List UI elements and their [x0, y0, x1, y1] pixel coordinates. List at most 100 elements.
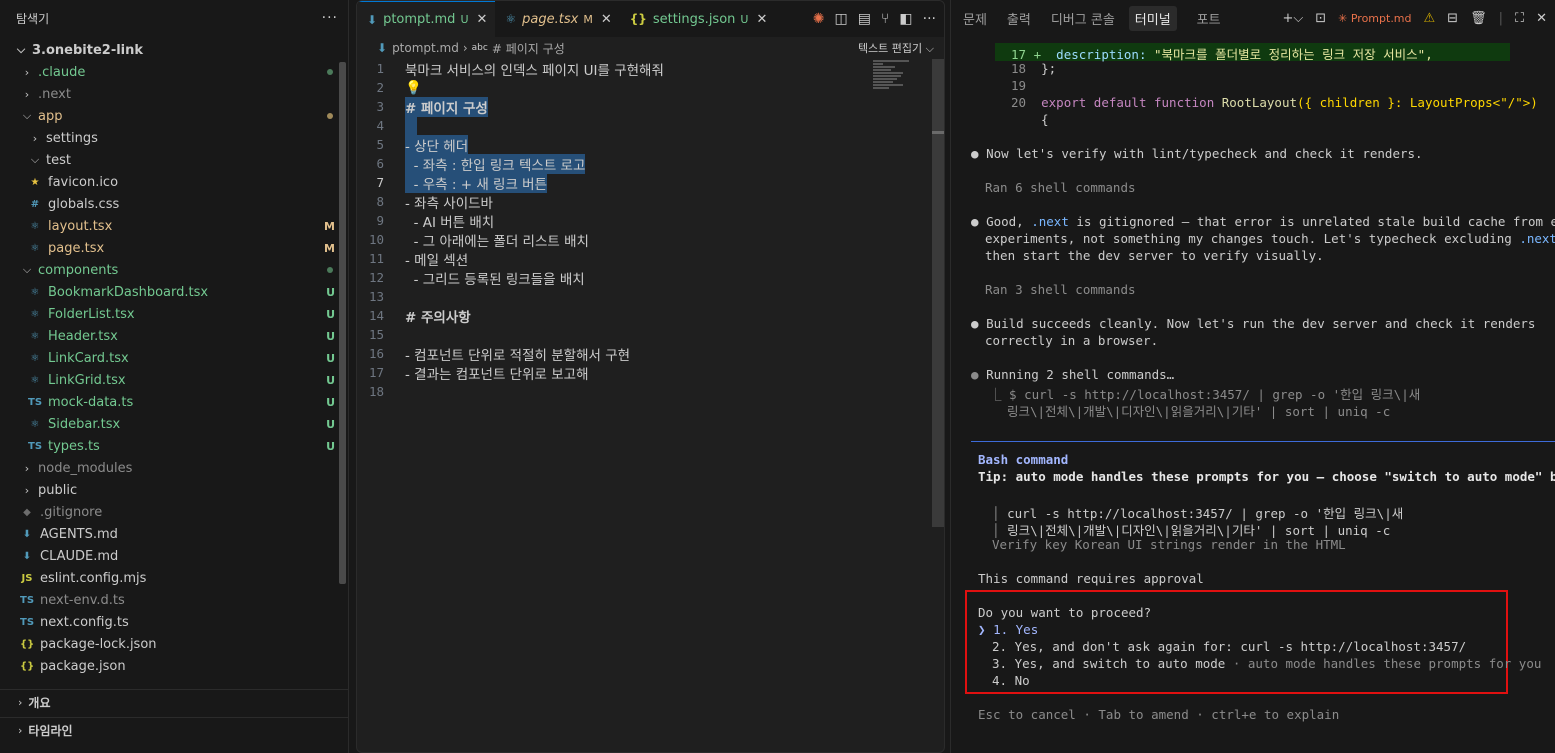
- option-auto-mode[interactable]: 3. Yes, and switch to auto mode · auto m…: [992, 656, 1541, 671]
- close-icon[interactable]: ✕: [756, 12, 767, 27]
- file-tree-item[interactable]: TS types.ts U: [0, 435, 349, 457]
- panel-tab[interactable]: 터미널: [1128, 5, 1177, 31]
- code-line[interactable]: 14 # 주의사항: [357, 306, 877, 326]
- explorer-scrollbar[interactable]: [339, 62, 346, 584]
- file-tree-item[interactable]: ⚛ LinkCard.tsx U: [0, 347, 349, 369]
- line-number: 14: [368, 308, 384, 323]
- file-tree-item[interactable]: › public: [0, 479, 349, 501]
- react-icon: ⚛: [30, 286, 40, 298]
- file-tree-item[interactable]: › settings: [0, 127, 349, 149]
- file-tree-item[interactable]: TS mock-data.ts U: [0, 391, 349, 413]
- panel-tab[interactable]: 포트: [1197, 9, 1221, 28]
- file-tree-item[interactable]: ⚛ BookmarkDashboard.tsx U: [0, 281, 349, 303]
- file-tree-item[interactable]: ⚛ Header.tsx U: [0, 325, 349, 347]
- option-label: 3. Yes, and switch to auto mode: [992, 656, 1226, 671]
- code-line[interactable]: 3 # 페이지 구성: [357, 96, 877, 117]
- file-tree-item[interactable]: ⬇ CLAUDE.md: [0, 545, 349, 567]
- tab-settings-json[interactable]: {} settings.json U ✕: [620, 1, 776, 37]
- code-line[interactable]: 5 - 상단 헤더: [357, 134, 877, 155]
- preview-icon[interactable]: ▤: [858, 11, 871, 27]
- message-text: experiments, not something my changes to…: [985, 231, 1512, 246]
- file-tree-item[interactable]: ⌵ test: [0, 149, 349, 171]
- code-line[interactable]: 15: [357, 325, 877, 344]
- code-line[interactable]: 11 - 메일 섹션: [357, 249, 877, 269]
- tool-summary[interactable]: Ran 3 shell commands: [985, 282, 1136, 297]
- file-tree-item[interactable]: ◆ .gitignore: [0, 501, 349, 523]
- code-line[interactable]: 13: [357, 287, 877, 306]
- add-terminal-icon[interactable]: +⌵: [1282, 11, 1303, 26]
- tab-ptompt-md[interactable]: ⬇ ptompt.md U ✕: [357, 1, 496, 37]
- inline-code: .next: [1031, 214, 1069, 229]
- file-tree-item[interactable]: ⚛ LinkGrid.tsx U: [0, 369, 349, 391]
- breadcrumb-file[interactable]: ptompt.md: [392, 41, 459, 55]
- timeline-section[interactable]: › 타임라인: [0, 717, 349, 743]
- code-line[interactable]: 7 - 우측 : + 새 링크 버튼: [357, 172, 877, 193]
- code-line[interactable]: 6 - 좌측 : 한입 링크 텍스트 로고: [357, 153, 877, 174]
- text-editor-label[interactable]: 텍스트 편집기 ⌵: [858, 40, 934, 56]
- close-icon[interactable]: ✕: [1536, 11, 1547, 26]
- split-terminal-icon[interactable]: ⊟: [1447, 11, 1458, 26]
- code-line[interactable]: 16 - 컴포넌트 단위로 적절히 분할해서 구현: [357, 344, 877, 364]
- tool-summary[interactable]: Ran 6 shell commands: [985, 180, 1136, 195]
- file-tree-item-label: page.tsx: [48, 240, 105, 256]
- branch-icon[interactable]: ⑂: [881, 11, 889, 27]
- code-line[interactable]: 8 - 좌측 사이드바: [357, 192, 877, 212]
- close-icon[interactable]: ✕: [477, 12, 488, 27]
- file-tree-item-label: types.ts: [48, 438, 100, 454]
- code-line[interactable]: 10 - 그 아래에는 폴더 리스트 배치: [357, 230, 877, 250]
- file-tree-item[interactable]: ⚛ FolderList.tsx U: [0, 303, 349, 325]
- compare-icon[interactable]: ◫: [835, 11, 848, 27]
- claude-icon[interactable]: ✺: [813, 11, 825, 27]
- file-tree-item[interactable]: ⌵ components: [0, 259, 349, 281]
- file-tree-item[interactable]: ⌵ app: [0, 105, 349, 127]
- close-icon[interactable]: ✕: [601, 12, 612, 27]
- file-tree-item[interactable]: ⬇ AGENTS.md: [0, 523, 349, 545]
- code-line[interactable]: 2 💡: [357, 78, 877, 97]
- line-number: 19: [1011, 78, 1027, 93]
- terminal-name[interactable]: ✳ Prompt.md: [1338, 12, 1411, 25]
- code-line[interactable]: 12 - 그리드 등록된 링크들을 배치: [357, 268, 877, 288]
- code-line[interactable]: 4: [357, 116, 877, 135]
- code-area[interactable]: 1 북마크 서비스의 인덱스 페이지 UI를 구현해줘 2 💡 3 # 페이지 구성 4 5-…: [357, 59, 877, 401]
- file-tree-item[interactable]: # globals.css: [0, 193, 349, 215]
- file-tree-item[interactable]: ⚛ Sidebar.tsx U: [0, 413, 349, 435]
- git-status-badge: U: [326, 351, 335, 365]
- breadcrumb-symbol[interactable]: # 페이지 구성: [492, 40, 565, 57]
- editor-scrollbar[interactable]: [932, 59, 944, 527]
- file-tree-item[interactable]: TS next.config.ts: [0, 611, 349, 633]
- trash-icon[interactable]: 🗑: [1470, 11, 1487, 26]
- option-yes[interactable]: ❯ 1. Yes: [978, 622, 1038, 637]
- file-tree-item[interactable]: ⚛ page.tsx M: [0, 237, 349, 259]
- workspace-root[interactable]: ⌵ 3.onebite2-link: [0, 39, 349, 61]
- more-actions-icon[interactable]: ···: [923, 11, 936, 27]
- panel-tab[interactable]: 출력: [1007, 9, 1031, 28]
- file-tree-item[interactable]: › .next: [0, 83, 349, 105]
- file-tree-item[interactable]: › node_modules: [0, 457, 349, 479]
- maximize-icon[interactable]: ⛶: [1515, 11, 1524, 26]
- option-yes-dont-ask[interactable]: 2. Yes, and don't ask again for: curl -s…: [992, 639, 1466, 654]
- more-actions-icon[interactable]: ···: [322, 10, 338, 26]
- code-line[interactable]: 18: [357, 382, 877, 401]
- file-tree-item[interactable]: ⚛ layout.tsx M: [0, 215, 349, 237]
- file-tree-item[interactable]: JS eslint.config.mjs: [0, 567, 349, 589]
- outline-section[interactable]: › 개요: [0, 689, 349, 715]
- split-editor-icon[interactable]: ◧: [899, 11, 912, 27]
- diff-line-17: 17 + description: "북마크를 폴더별로 정리하는 링크 저장 …: [1011, 44, 1433, 63]
- file-tree-item[interactable]: ★ favicon.ico: [0, 171, 349, 193]
- file-tree-item[interactable]: TS next-env.d.ts: [0, 589, 349, 611]
- code-line[interactable]: 17 - 결과는 컴포넌트 단위로 보고해: [357, 363, 877, 383]
- file-tree-item-label: LinkCard.tsx: [48, 350, 129, 366]
- panel-tab[interactable]: 문제: [963, 9, 987, 28]
- file-tree-item[interactable]: {} package.json: [0, 655, 349, 677]
- file-tree-item[interactable]: › .claude: [0, 61, 349, 83]
- tab-page-tsx[interactable]: ⚛ page.tsx M ✕: [495, 1, 619, 37]
- code-line[interactable]: 1 북마크 서비스의 인덱스 페이지 UI를 구현해줘: [357, 59, 877, 79]
- minimap[interactable]: [873, 59, 933, 99]
- code-line[interactable]: 9 - AI 버튼 배치: [357, 211, 877, 231]
- file-tree-item[interactable]: {} package-lock.json: [0, 633, 349, 655]
- git-status-dot: [327, 113, 333, 119]
- line-text: # 페이지 구성: [405, 96, 488, 117]
- line-number: 8: [376, 194, 384, 209]
- panel-tab[interactable]: 디버그 콘솔: [1051, 9, 1115, 28]
- option-no[interactable]: 4. No: [992, 673, 1030, 688]
